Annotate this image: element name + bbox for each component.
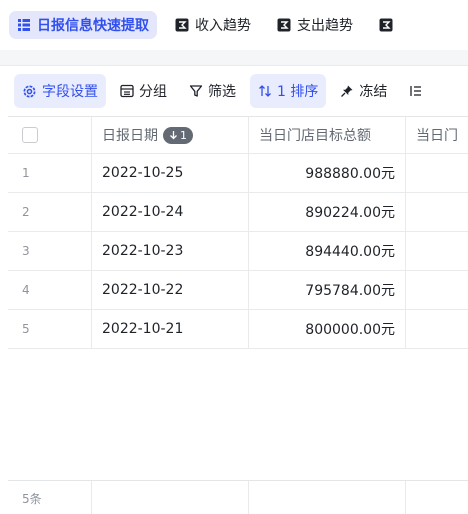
table-footer: 5条 (8, 480, 468, 514)
view-tabs: 日报信息快速提取 收入趋势 支出趋势 (0, 0, 468, 50)
empty-cell (406, 193, 468, 231)
freeze-button[interactable]: 冻结 (332, 74, 395, 108)
target-total-cell: 800000.00元 (305, 322, 395, 338)
chart-view-icon (379, 18, 393, 32)
pin-icon (340, 84, 354, 98)
arrow-down-icon (170, 131, 177, 140)
filter-label: 筛选 (208, 84, 236, 100)
target-total-cell: 890224.00元 (305, 205, 395, 221)
tab-expense-trend[interactable]: 支出趋势 (269, 11, 361, 39)
field-settings-button[interactable]: 字段设置 (14, 74, 106, 108)
row-number: 1 (22, 166, 30, 180)
column-header-label: 当日门 (416, 128, 458, 144)
empty-cell (406, 271, 468, 309)
target-total-cell: 894440.00元 (305, 244, 395, 260)
row-number: 3 (22, 244, 30, 258)
empty-cell (406, 232, 468, 270)
date-cell: 2022-10-22 (102, 282, 184, 298)
table-row[interactable]: 4 2022-10-22 795784.00元 (8, 271, 468, 310)
sort-label: 1 排序 (277, 84, 319, 100)
gear-icon (22, 84, 37, 99)
table-row[interactable]: 3 2022-10-23 894440.00元 (8, 232, 468, 271)
date-cell: 2022-10-21 (102, 321, 184, 337)
tab-label: 日报信息快速提取 (37, 18, 149, 34)
filter-icon (189, 84, 203, 98)
footer-stat-cell[interactable] (406, 481, 468, 514)
select-all-cell (8, 117, 92, 153)
date-cell: 2022-10-23 (102, 243, 184, 259)
column-header-date[interactable]: 日报日期 1 (92, 117, 249, 153)
column-header-partial[interactable]: 当日门 (406, 117, 468, 153)
grid-view-icon (17, 18, 31, 32)
tab-daily-report[interactable]: 日报信息快速提取 (9, 11, 157, 39)
empty-cell (406, 310, 468, 348)
tab-more-view[interactable] (371, 11, 407, 39)
more-toolbar-button[interactable] (401, 74, 436, 108)
toolbar: 字段设置 分组 筛选 1 排序 冻结 (0, 66, 468, 116)
empty-cell (406, 154, 468, 192)
filter-button[interactable]: 筛选 (181, 74, 244, 108)
tab-income-trend[interactable]: 收入趋势 (167, 11, 259, 39)
table-header-row: 日报日期 1 当日门店目标总额 当日门 (8, 117, 468, 154)
record-count: 5条 (22, 491, 42, 506)
field-settings-label: 字段设置 (42, 84, 98, 100)
group-icon (120, 84, 134, 98)
date-cell: 2022-10-24 (102, 204, 184, 220)
column-header-label: 当日门店目标总额 (259, 128, 371, 144)
sort-button[interactable]: 1 排序 (250, 74, 327, 108)
group-button[interactable]: 分组 (112, 74, 175, 108)
freeze-label: 冻结 (359, 84, 388, 100)
tab-label: 收入趋势 (195, 18, 251, 34)
target-total-cell: 795784.00元 (305, 283, 395, 299)
group-label: 分组 (139, 84, 167, 100)
row-number: 4 (22, 283, 30, 297)
date-cell: 2022-10-25 (102, 165, 184, 181)
column-header-label: 日报日期 (102, 128, 158, 144)
chart-view-icon (175, 18, 189, 32)
row-height-icon (409, 84, 423, 98)
sort-order-number: 1 (180, 128, 187, 142)
table-row[interactable]: 2 2022-10-24 890224.00元 (8, 193, 468, 232)
table-row[interactable]: 5 2022-10-21 800000.00元 (8, 310, 468, 349)
select-all-checkbox[interactable] (22, 127, 38, 143)
chart-view-icon (277, 18, 291, 32)
target-total-cell: 988880.00元 (305, 166, 395, 182)
tab-strip-divider (0, 50, 468, 66)
footer-stat-cell[interactable] (249, 481, 406, 514)
data-table: 日报日期 1 当日门店目标总额 当日门 1 2022-10-25 988880.… (8, 116, 468, 514)
row-number: 5 (22, 322, 30, 336)
sort-icon (258, 84, 272, 98)
row-number: 2 (22, 205, 30, 219)
sort-order-badge: 1 (163, 126, 193, 144)
column-header-target-total[interactable]: 当日门店目标总额 (249, 117, 406, 153)
tab-label: 支出趋势 (297, 18, 353, 34)
table-row[interactable]: 1 2022-10-25 988880.00元 (8, 154, 468, 193)
table-empty-area (8, 350, 468, 480)
footer-stat-cell[interactable] (92, 481, 249, 514)
